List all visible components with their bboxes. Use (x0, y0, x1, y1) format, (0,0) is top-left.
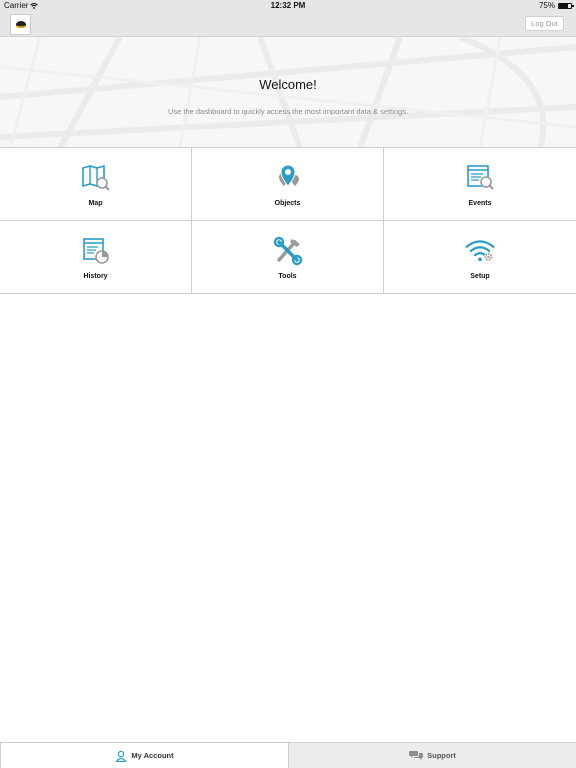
tile-label: Events (468, 200, 492, 207)
company-logo (10, 14, 31, 35)
welcome-banner: Welcome! Use the dashboard to quickly ac… (0, 37, 576, 148)
nav-bar: Log Out (0, 12, 576, 37)
status-bar: Carrier 12:32 PM 75% (0, 0, 576, 12)
bottom-tab-bar: My Account Support (0, 742, 576, 768)
tile-objects[interactable]: Objects (192, 148, 384, 221)
events-icon (465, 162, 495, 194)
tile-label: Tools (278, 273, 297, 280)
tile-label: History (83, 273, 108, 280)
map-icon (81, 162, 111, 194)
tile-events[interactable]: Events (384, 148, 576, 221)
tile-setup[interactable]: Setup (384, 221, 576, 294)
tile-label: Objects (274, 200, 301, 207)
tab-support[interactable]: Support (289, 743, 576, 768)
battery-indicator: 75% (538, 1, 574, 10)
chat-bubbles-icon (409, 751, 424, 760)
page-subtitle: Use the dashboard to quickly access the … (167, 107, 409, 116)
tools-icon (273, 235, 303, 267)
tile-history[interactable]: History (0, 221, 192, 294)
objects-icon (273, 162, 303, 194)
battery-icon (558, 2, 574, 9)
tile-tools[interactable]: Tools (192, 221, 384, 294)
logout-button[interactable]: Log Out (525, 16, 564, 31)
tab-my-account[interactable]: My Account (0, 743, 289, 768)
logo-mark-icon (15, 21, 26, 28)
dashboard-grid: Map Objects Events History Tools Setup (0, 148, 576, 294)
tab-label: My Account (131, 751, 174, 760)
map-background-image (0, 37, 576, 147)
tile-label: Map (88, 200, 103, 207)
setup-icon (465, 235, 495, 267)
tile-map[interactable]: Map (0, 148, 192, 221)
clock: 12:32 PM (270, 1, 306, 10)
page-title: Welcome! (259, 77, 317, 92)
battery-percent: 75% (538, 1, 555, 10)
user-icon (115, 750, 128, 762)
tab-label: Support (427, 751, 456, 760)
tile-label: Setup (470, 273, 490, 280)
history-icon (81, 235, 111, 267)
